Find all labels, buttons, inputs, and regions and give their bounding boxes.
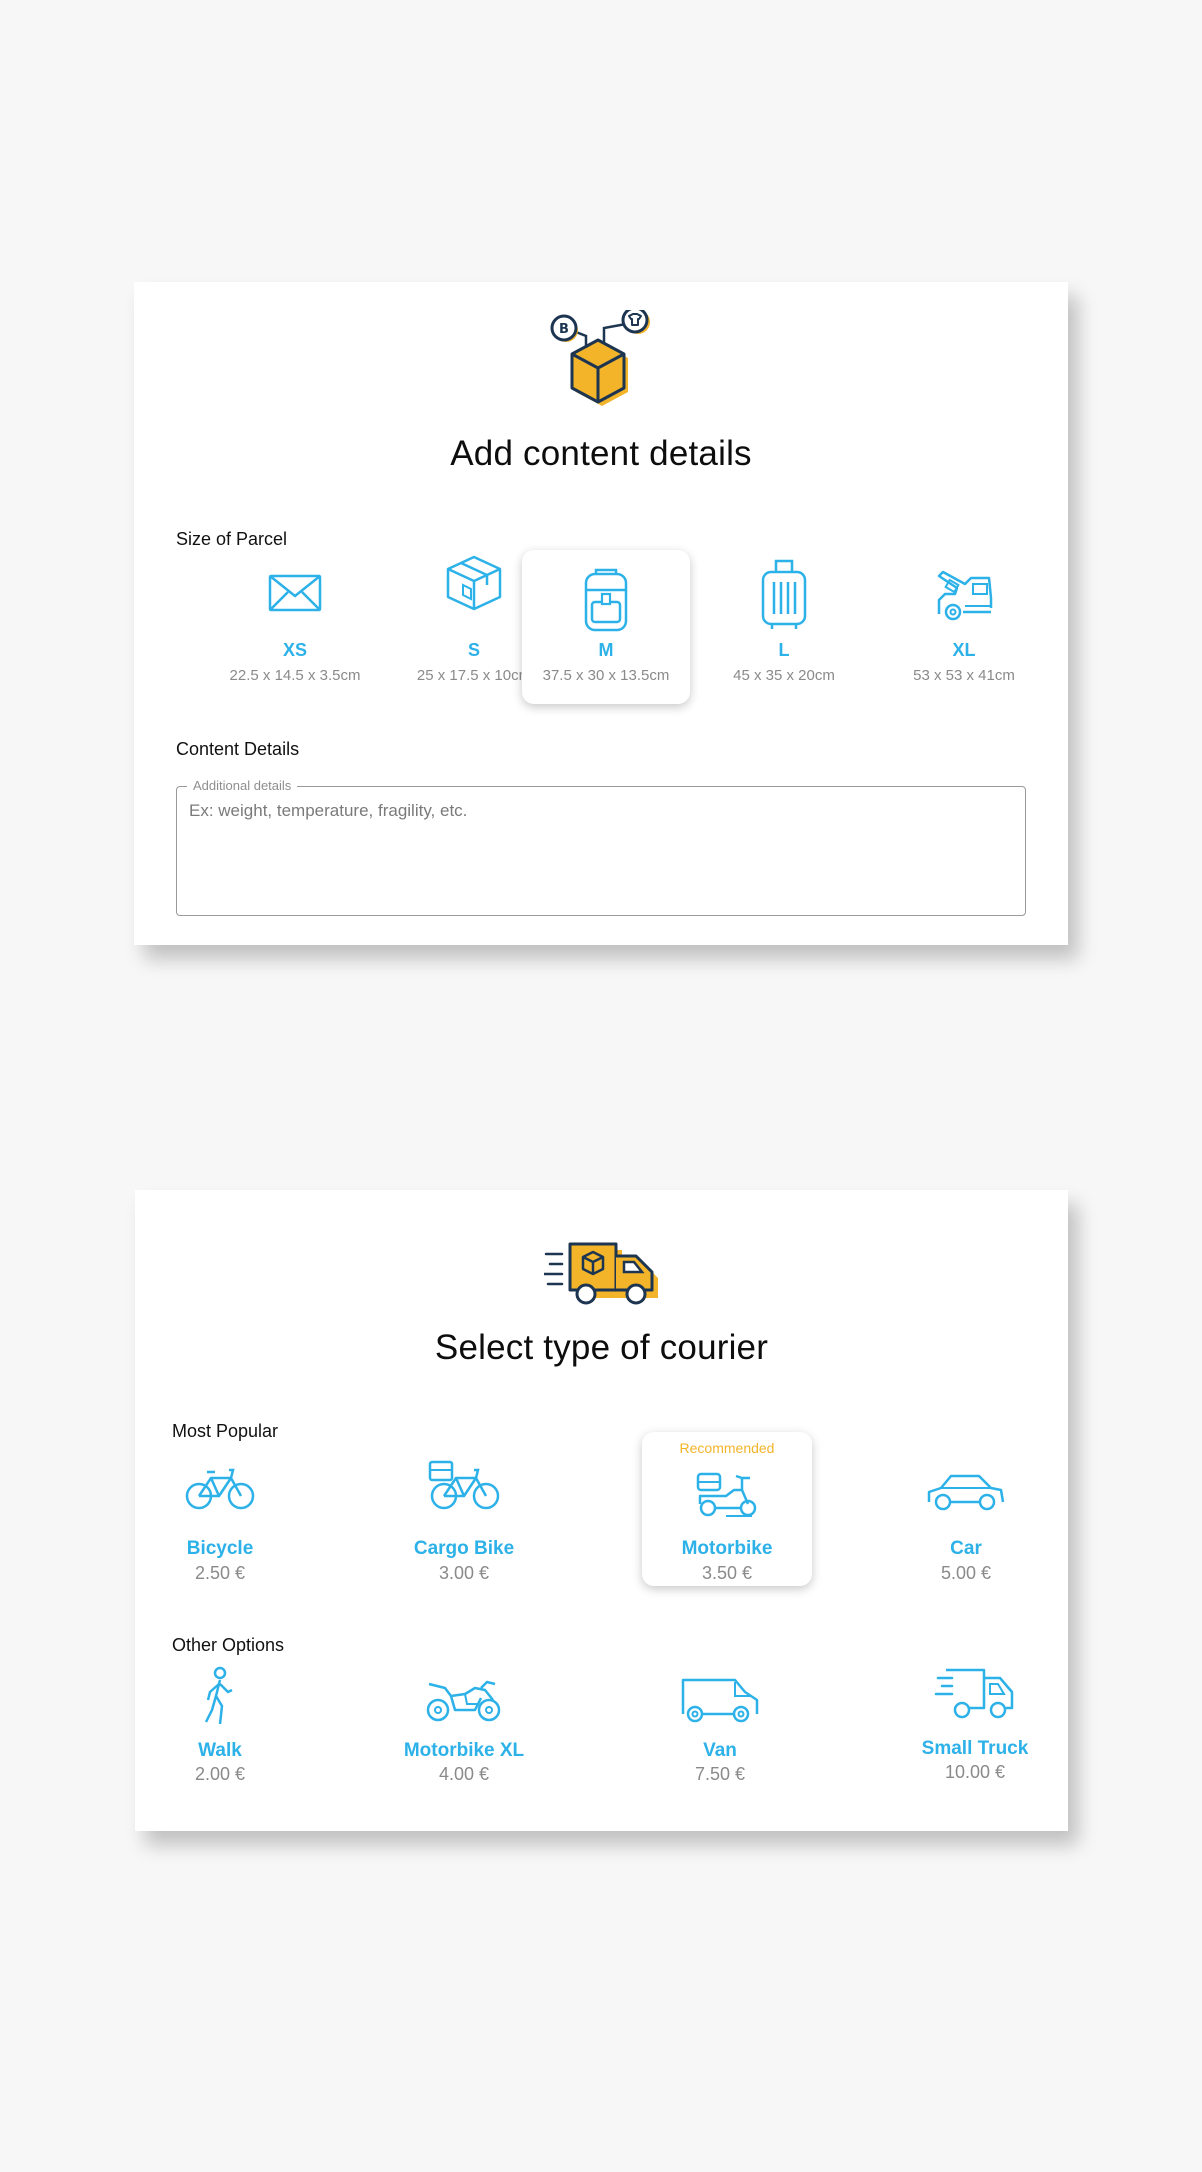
courier-price: 5.00 € [940, 1563, 992, 1583]
svg-text:B: B [559, 322, 569, 337]
open-box-with-items-icon: B [550, 310, 650, 406]
courier-price: 2.00 € [194, 1764, 246, 1784]
courier-option-motorbike-xl[interactable]: Motorbike XL 4.00 € [379, 1656, 549, 1810]
courier-name: Motorbike XL [403, 1740, 525, 1761]
car-trunk-icon [937, 570, 993, 621]
courier-option-small-truck[interactable]: Small Truck 10.00 € [890, 1656, 1060, 1810]
courier-option-walk[interactable]: Walk 2.00 € [135, 1656, 305, 1810]
size-name: L [778, 640, 790, 660]
size-dimensions: 22.5 x 14.5 x 3.5cm [229, 667, 361, 684]
small-truck-icon [934, 1668, 1014, 1719]
field-legend: Additional details [187, 778, 298, 793]
courier-option-bicycle[interactable]: Bicycle 2.50 € [135, 1432, 305, 1586]
courier-option-van[interactable]: Van 7.50 € [635, 1656, 805, 1810]
motorbike-icon [426, 1680, 501, 1722]
size-dimensions: 37.5 x 30 x 13.5cm [542, 667, 670, 684]
courier-name: Car [950, 1538, 982, 1559]
courier-name: Bicycle [186, 1538, 254, 1559]
courier-price: 3.00 € [438, 1563, 490, 1583]
size-of-parcel-label: Size of Parcel [176, 529, 288, 549]
courier-price: 2.50 € [194, 1563, 246, 1583]
page-title: Add content details [450, 434, 752, 473]
van-icon [681, 1678, 759, 1723]
size-option-m[interactable]: M 37.5 x 30 x 13.5cm [522, 550, 690, 704]
courier-type-card: Select type of courier Most Popular Bicy… [135, 1190, 1068, 1831]
content-details-card: B Add content details Size of Parcel XS … [134, 282, 1068, 945]
additional-details-input[interactable] [189, 801, 1013, 905]
courier-price: 4.00 € [438, 1764, 490, 1784]
additional-details-field: Additional details [176, 778, 1026, 916]
page-title: Select type of courier [434, 1328, 769, 1367]
suitcase-icon [761, 559, 807, 629]
size-option-xs[interactable]: XS 22.5 x 14.5 x 3.5cm [211, 550, 379, 704]
envelope-icon [268, 574, 322, 612]
courier-name: Walk [198, 1740, 242, 1761]
size-option-l[interactable]: L 45 x 35 x 20cm [700, 550, 868, 704]
size-name: XL [952, 640, 976, 660]
courier-price: 7.50 € [694, 1764, 746, 1784]
courier-name: Cargo Bike [413, 1538, 515, 1559]
car-icon [927, 1474, 1005, 1511]
courier-option-car[interactable]: Car 5.00 € [881, 1432, 1051, 1586]
other-options-label: Other Options [172, 1635, 285, 1655]
cargo-bike-icon [428, 1460, 500, 1510]
courier-name: Motorbike [681, 1538, 773, 1559]
size-dimensions: 45 x 35 x 20cm [733, 667, 835, 684]
scooter-icon [696, 1472, 757, 1517]
delivery-truck-icon [543, 1242, 658, 1305]
courier-name: Van [703, 1740, 737, 1761]
size-name: M [598, 640, 614, 660]
courier-price: 10.00 € [944, 1762, 1006, 1782]
size-dimensions: 53 x 53 x 41cm [913, 667, 1015, 684]
courier-option-cargo-bike[interactable]: Cargo Bike 3.00 € [379, 1432, 549, 1586]
backpack-icon [584, 568, 628, 632]
bicycle-icon [185, 1468, 255, 1510]
recommended-badge: Recommended [679, 1440, 775, 1456]
walking-person-icon [204, 1666, 233, 1725]
size-option-xl[interactable]: XL 53 x 53 x 41cm [880, 550, 1048, 704]
box-icon [446, 555, 502, 611]
content-details-label: Content Details [176, 739, 300, 759]
courier-option-motorbike[interactable]: Recommended Motorbike 3.50 € [642, 1432, 812, 1586]
courier-name: Small Truck [921, 1738, 1029, 1759]
size-name: XS [282, 640, 307, 660]
courier-price: 3.50 € [701, 1563, 753, 1583]
